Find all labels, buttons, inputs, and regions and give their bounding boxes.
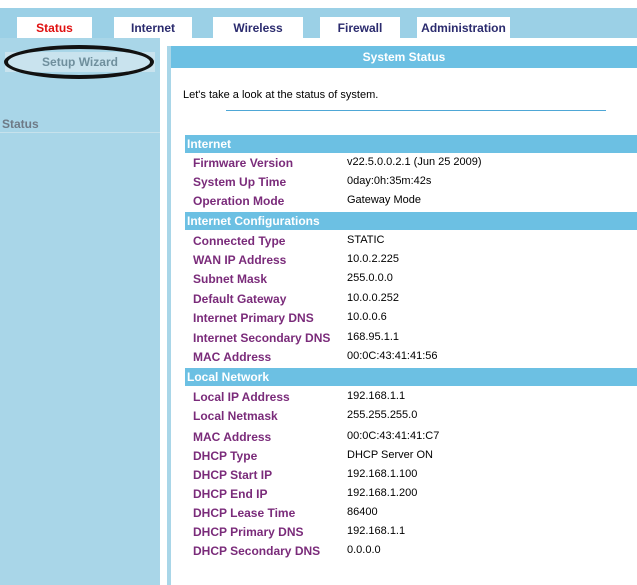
status-row: Default Gateway 10.0.0.252 (171, 290, 637, 309)
row-value: 255.0.0.0 (347, 272, 393, 284)
row-label: DHCP Lease Time (193, 506, 296, 520)
row-value: STATIC (347, 234, 385, 246)
tab-status[interactable]: Status (17, 17, 92, 39)
row-value: 10.0.2.225 (347, 253, 399, 265)
status-row: Local Netmask 255.255.255.0 (171, 407, 637, 426)
row-label: Subnet Mask (193, 272, 268, 286)
section-header-internet: Internet (185, 135, 637, 153)
status-row: MAC Address 00:0C:43:41:41:C7 (171, 428, 637, 447)
tab-wireless[interactable]: Wireless (213, 17, 303, 39)
row-value: 86400 (347, 506, 378, 518)
row-value: Gateway Mode (347, 194, 421, 206)
main-panel: System Status Let's take a look at the s… (167, 46, 637, 585)
status-row: Internet Secondary DNS 168.95.1.1 (171, 329, 637, 348)
row-value: 192.168.1.1 (347, 525, 406, 537)
row-label: Connected Type (193, 234, 286, 248)
page-title: System Status (171, 46, 637, 68)
status-row: Local IP Address 192.168.1.1 (171, 388, 637, 407)
row-label: Local IP Address (193, 390, 290, 404)
row-label: Default Gateway (193, 292, 287, 306)
row-label: Operation Mode (193, 194, 285, 208)
row-value: DHCP Server ON (347, 449, 433, 461)
row-label: DHCP Primary DNS (193, 525, 304, 539)
row-value: 192.168.1.200 (347, 487, 418, 499)
sidebar: Setup Wizard Status (0, 38, 160, 585)
status-row: Subnet Mask 255.0.0.0 (171, 270, 637, 289)
section-header-internet-configurations: Internet Configurations (185, 212, 637, 230)
status-row: DHCP Primary DNS 192.168.1.1 (171, 523, 637, 542)
row-label: MAC Address (193, 350, 272, 364)
row-value: 255.255.255.0 (347, 409, 418, 421)
row-value: 0day:0h:35m:42s (347, 175, 432, 187)
row-label: WAN IP Address (193, 253, 287, 267)
row-value: 192.168.1.100 (347, 468, 418, 480)
status-row: WAN IP Address 10.0.2.225 (171, 251, 637, 270)
tab-internet[interactable]: Internet (114, 17, 192, 39)
status-row: Connected Type STATIC (171, 232, 637, 251)
row-label: DHCP Start IP (193, 468, 273, 482)
row-label: Internet Secondary DNS (193, 331, 331, 345)
highlight-circle-annotation (4, 45, 154, 79)
row-value: 0.0.0.0 (347, 544, 381, 556)
row-label: System Up Time (193, 175, 287, 189)
row-value: v22.5.0.0.2.1 (Jun 25 2009) (347, 156, 482, 168)
status-row: MAC Address 00:0C:43:41:41:56 (171, 348, 637, 367)
row-label: DHCP End IP (193, 487, 268, 501)
status-row: DHCP Start IP 192.168.1.100 (171, 466, 637, 485)
row-label: Internet Primary DNS (193, 311, 314, 325)
sidebar-item-status[interactable]: Status (0, 115, 160, 133)
section-header-local-network: Local Network (185, 368, 637, 386)
row-value: 10.0.0.6 (347, 311, 387, 323)
row-value: 168.95.1.1 (347, 331, 399, 343)
tab-administration[interactable]: Administration (417, 17, 510, 39)
status-row: Internet Primary DNS 10.0.0.6 (171, 309, 637, 328)
row-value: 192.168.1.1 (347, 390, 406, 402)
status-row: System Up Time 0day:0h:35m:42s (171, 173, 637, 192)
tab-firewall[interactable]: Firewall (320, 17, 400, 39)
row-label: MAC Address (193, 430, 272, 444)
status-row: DHCP End IP 192.168.1.200 (171, 485, 637, 504)
intro-text: Let's take a look at the status of syste… (183, 89, 379, 101)
status-row: Operation Mode Gateway Mode (171, 192, 637, 211)
row-label: DHCP Type (193, 449, 258, 463)
divider (226, 110, 606, 111)
status-row: Firmware Version v22.5.0.0.2.1 (Jun 25 2… (171, 154, 637, 173)
row-value: 10.0.0.252 (347, 292, 399, 304)
row-value: 00:0C:43:41:41:56 (347, 350, 438, 362)
status-row: DHCP Secondary DNS 0.0.0.0 (171, 542, 637, 561)
row-value: 00:0C:43:41:41:C7 (347, 430, 440, 442)
row-label: DHCP Secondary DNS (193, 544, 321, 558)
top-nav-bar: Status Internet Wireless Firewall Admini… (0, 8, 637, 39)
row-label: Firmware Version (193, 156, 294, 170)
status-row: DHCP Lease Time 86400 (171, 504, 637, 523)
row-label: Local Netmask (193, 409, 278, 423)
status-row: DHCP Type DHCP Server ON (171, 447, 637, 466)
